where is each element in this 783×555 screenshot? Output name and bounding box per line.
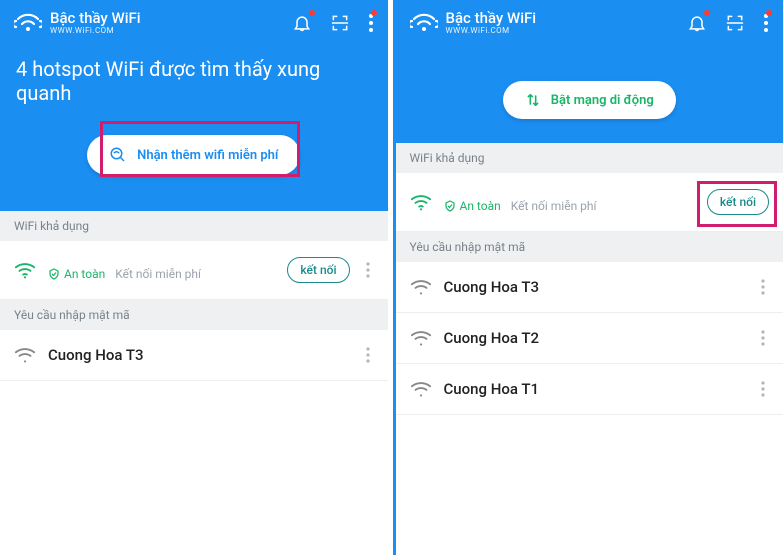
enable-mobile-data-button[interactable]: Bật mạng di động	[503, 81, 676, 119]
section-needpw: Yêu cầu nhập mật mã	[396, 232, 783, 262]
password-network-row[interactable]: Cuong Hoa T3	[396, 262, 783, 313]
bell-icon[interactable]	[687, 13, 707, 33]
header: Bậc thầy WiFi WWW.WiFi.COM 4 hotspot WiF…	[0, 0, 388, 211]
section-needpw: Yêu cầu nhập mật mã	[0, 300, 388, 330]
network-name: Cuong Hoa T2	[444, 329, 746, 347]
bell-icon[interactable]	[292, 13, 312, 33]
row-more-icon[interactable]	[362, 347, 374, 363]
cta-label: Nhận thêm wifi miễn phí	[137, 148, 278, 163]
connect-button[interactable]: kết nối	[287, 257, 349, 283]
free-connect-label: Kết nối miễn phí	[115, 267, 201, 281]
safe-badge: An toàn	[444, 199, 501, 213]
app-url: WWW.WiFi.COM	[50, 27, 141, 36]
titlebar: Bậc thầy WiFi WWW.WiFi.COM	[14, 10, 374, 35]
wifi-signal-icon	[410, 329, 432, 347]
available-network-row[interactable]: An toàn Kết nối miễn phí kết nối	[0, 241, 388, 300]
password-network-row[interactable]: Cuong Hoa T1	[396, 364, 783, 415]
right-pane: Bậc thầy WiFi WWW.WiFi.COM	[393, 0, 783, 555]
scan-icon[interactable]	[330, 13, 350, 33]
row-more-icon[interactable]	[362, 262, 374, 278]
section-available: WiFi khả dụng	[396, 143, 783, 173]
cta-label: Bật mạng di động	[551, 93, 654, 108]
get-free-wifi-button[interactable]: Nhận thêm wifi miễn phí	[87, 135, 300, 175]
safe-badge: An toàn	[48, 267, 105, 281]
wifi-signal-icon	[14, 346, 36, 364]
row-more-icon[interactable]	[757, 330, 769, 346]
app-url: WWW.WiFi.COM	[446, 27, 537, 36]
headline: 4 hotspot WiFi được tìm thấy xung quanh	[16, 57, 372, 105]
network-name: Cuong Hoa T1	[444, 380, 746, 398]
more-icon[interactable]	[763, 13, 769, 33]
logo: Bậc thầy WiFi WWW.WiFi.COM	[14, 10, 284, 35]
search-wifi-icon	[109, 146, 127, 164]
wifi-signal-icon	[410, 278, 432, 296]
wifi-signal-icon	[410, 193, 432, 211]
titlebar: Bậc thầy WiFi WWW.WiFi.COM	[410, 10, 770, 35]
free-connect-label: Kết nối miễn phí	[511, 199, 597, 213]
scan-icon[interactable]	[725, 13, 745, 33]
header: Bậc thầy WiFi WWW.WiFi.COM	[396, 0, 783, 143]
available-network-row[interactable]: An toàn Kết nối miễn phí kết nối	[396, 173, 783, 232]
more-icon[interactable]	[368, 13, 374, 33]
wifi-signal-icon	[410, 380, 432, 398]
wifi-signal-icon	[14, 261, 36, 279]
app-name: Bậc thầy WiFi	[50, 10, 141, 27]
row-more-icon[interactable]	[757, 279, 769, 295]
password-network-row[interactable]: Cuong Hoa T2	[396, 313, 783, 364]
data-arrows-icon	[525, 92, 541, 108]
network-name: Cuong Hoa T3	[48, 346, 350, 364]
wifi-logo-icon	[14, 13, 42, 33]
logo: Bậc thầy WiFi WWW.WiFi.COM	[410, 10, 680, 35]
row-more-icon[interactable]	[757, 381, 769, 397]
section-available: WiFi khả dụng	[0, 211, 388, 241]
network-name: Cuong Hoa T3	[444, 278, 746, 296]
left-pane: Bậc thầy WiFi WWW.WiFi.COM 4 hotspot WiF…	[0, 0, 388, 555]
connect-button[interactable]: kết nối	[707, 189, 769, 215]
app-name: Bậc thầy WiFi	[446, 10, 537, 27]
wifi-logo-icon	[410, 13, 438, 33]
password-network-row[interactable]: Cuong Hoa T3	[0, 330, 388, 381]
